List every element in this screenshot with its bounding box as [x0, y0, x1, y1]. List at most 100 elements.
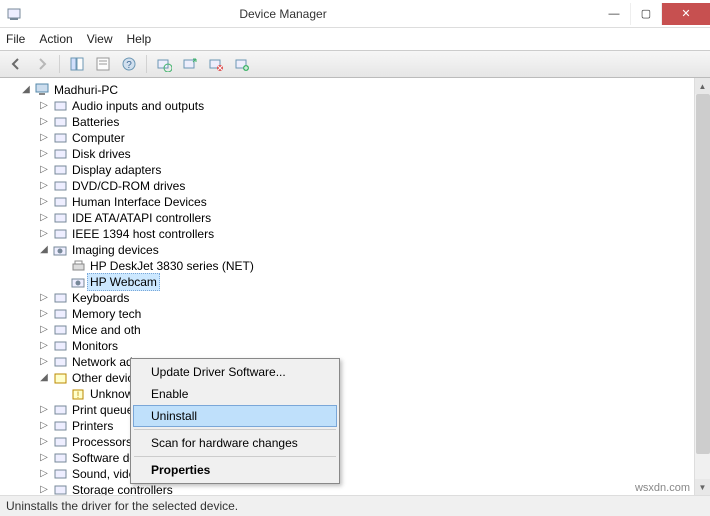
ctx-properties[interactable]: Properties: [133, 459, 337, 481]
vertical-scrollbar[interactable]: ▲ ▼: [694, 78, 710, 495]
maximize-button[interactable]: ▢: [630, 3, 662, 25]
expand-icon[interactable]: ▷: [38, 402, 50, 418]
tree-node[interactable]: ▷Mice and oth: [2, 322, 708, 338]
expand-icon[interactable]: ▷: [38, 178, 50, 194]
watermark: wsxdn.com: [635, 482, 690, 494]
tree-node[interactable]: ▷ IEEE 1394 host controllers: [2, 226, 708, 242]
collapse-icon[interactable]: ◢: [38, 242, 50, 258]
expand-icon[interactable]: ▷: [38, 306, 50, 322]
tree-node[interactable]: ▷ Audio inputs and outputs: [2, 98, 708, 114]
expand-icon[interactable]: ▷: [38, 210, 50, 226]
tree-node[interactable]: ▷Monitors: [2, 338, 708, 354]
expand-icon[interactable]: ▷: [38, 418, 50, 434]
menu-view[interactable]: View: [87, 32, 113, 46]
tree-root[interactable]: ◢ Madhuri-PC: [2, 82, 708, 98]
expand-icon[interactable]: ▷: [38, 226, 50, 242]
tree-node[interactable]: ▷Memory tech: [2, 306, 708, 322]
device-icon: [53, 130, 69, 146]
minimize-button[interactable]: —: [598, 3, 630, 25]
tree-node-label: Computer: [72, 130, 125, 146]
collapse-icon[interactable]: ◢: [38, 370, 50, 386]
device-icon: [53, 338, 69, 354]
scroll-down-button[interactable]: ▼: [695, 479, 710, 495]
tree-node-label: Processors: [72, 434, 132, 450]
tree-node[interactable]: ▷Print queues: [2, 402, 708, 418]
expand-icon[interactable]: ▷: [38, 450, 50, 466]
tree-node-label: Batteries: [72, 114, 119, 130]
printer-icon: [71, 258, 87, 274]
expand-icon[interactable]: ▷: [38, 338, 50, 354]
menu-file[interactable]: File: [6, 32, 25, 46]
menu-action[interactable]: Action: [39, 32, 72, 46]
expand-icon[interactable]: ▷: [38, 162, 50, 178]
expand-icon[interactable]: ▷: [38, 114, 50, 130]
tree-node[interactable]: ▷Keyboards: [2, 290, 708, 306]
scroll-thumb[interactable]: [696, 94, 710, 454]
tree-node-label: IEEE 1394 host controllers: [72, 226, 214, 242]
tree-view[interactable]: ◢ Madhuri-PC ▷ Audio inputs and outputs ▷ B…: [0, 78, 710, 496]
tree-node-label: Storage controllers: [72, 482, 173, 496]
device-icon: [53, 482, 69, 496]
camera-icon: [71, 274, 87, 290]
ctx-enable[interactable]: Enable: [133, 383, 337, 405]
tree-node-other[interactable]: ◢ Other device: [2, 370, 708, 386]
ctx-scan-hardware[interactable]: Scan for hardware changes: [133, 432, 337, 454]
help-button[interactable]: ?: [117, 52, 141, 76]
warning-icon: !: [71, 386, 87, 402]
device-icon: [53, 146, 69, 162]
collapse-icon[interactable]: ◢: [20, 82, 32, 98]
expand-icon[interactable]: ▷: [38, 194, 50, 210]
tree-node[interactable]: ▷Network ada: [2, 354, 708, 370]
tree-node-unknown[interactable]: ! Unknown device: [2, 386, 708, 402]
expand-icon[interactable]: ▷: [38, 290, 50, 306]
tree-node[interactable]: ▷ Printers: [2, 418, 708, 434]
tree-node-label: Printers: [72, 418, 113, 434]
tree-node[interactable]: ▷ Disk drives: [2, 146, 708, 162]
device-icon: [53, 98, 69, 114]
scan-hardware-button[interactable]: [152, 52, 176, 76]
tree-node[interactable]: ▷ Storage controllers: [2, 482, 708, 496]
expand-icon[interactable]: ▷: [38, 434, 50, 450]
ctx-uninstall[interactable]: Uninstall: [133, 405, 337, 427]
tree-node-label: Disk drives: [72, 146, 131, 162]
expand-icon[interactable]: ▷: [38, 322, 50, 338]
tree-node[interactable]: ▷DVD/CD-ROM drives: [2, 178, 708, 194]
tree-node[interactable]: ▷ Computer: [2, 130, 708, 146]
tree-node[interactable]: ▷Sound, video and game controllers: [2, 466, 708, 482]
tree-node-label: HP Webcam: [87, 273, 160, 291]
tree-node[interactable]: ▷ Processors: [2, 434, 708, 450]
uninstall-button[interactable]: [204, 52, 228, 76]
show-hide-tree-button[interactable]: [65, 52, 89, 76]
tree-node[interactable]: ▷ Display adapters: [2, 162, 708, 178]
ctx-update-driver[interactable]: Update Driver Software...: [133, 361, 337, 383]
expand-icon[interactable]: ▷: [38, 466, 50, 482]
toolbar: ?: [0, 50, 710, 78]
expand-icon[interactable]: ▷: [38, 482, 50, 496]
device-icon: [53, 226, 69, 242]
tree-root-label: Madhuri-PC: [54, 82, 118, 98]
tree-node-deskjet[interactable]: HP DeskJet 3830 series (NET): [2, 258, 708, 274]
close-button[interactable]: ✕: [662, 3, 710, 25]
nav-back-button[interactable]: [4, 52, 28, 76]
camera-icon: [53, 242, 69, 258]
expand-icon[interactable]: ▷: [38, 130, 50, 146]
update-driver-button[interactable]: [230, 52, 254, 76]
tree-node[interactable]: ▷Human Interface Devices: [2, 194, 708, 210]
properties-button[interactable]: [91, 52, 115, 76]
tree-node-label: Audio inputs and outputs: [72, 98, 204, 114]
tree-node-label: Display adapters: [72, 162, 161, 178]
tree-node[interactable]: ▷ Batteries: [2, 114, 708, 130]
device-icon: [53, 322, 69, 338]
svg-text:?: ?: [126, 60, 132, 71]
tree-node-imaging[interactable]: ◢ Imaging devices: [2, 242, 708, 258]
tree-node-webcam-selected[interactable]: HP Webcam: [2, 274, 708, 290]
enable-button[interactable]: [178, 52, 202, 76]
menu-help[interactable]: Help: [127, 32, 152, 46]
nav-forward-button[interactable]: [30, 52, 54, 76]
tree-node[interactable]: ▷IDE ATA/ATAPI controllers: [2, 210, 708, 226]
expand-icon[interactable]: ▷: [38, 354, 50, 370]
scroll-up-button[interactable]: ▲: [695, 78, 710, 94]
expand-icon[interactable]: ▷: [38, 146, 50, 162]
tree-node[interactable]: ▷Software devices: [2, 450, 708, 466]
expand-icon[interactable]: ▷: [38, 98, 50, 114]
